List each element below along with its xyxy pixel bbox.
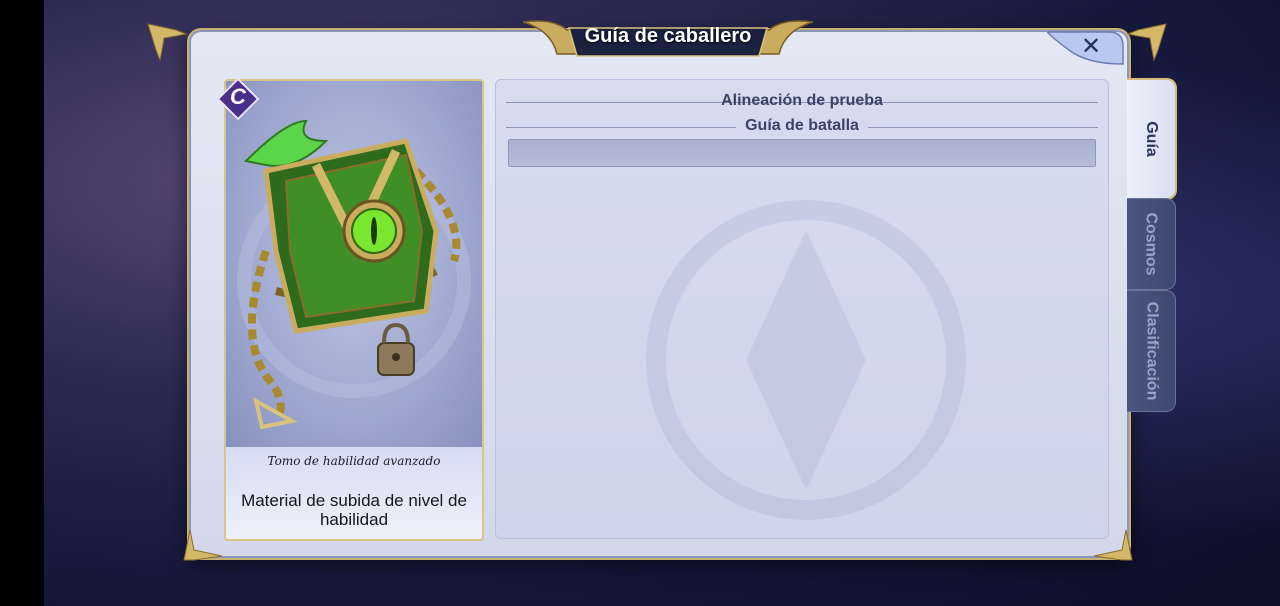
section-title: Alineación de prueba <box>721 92 883 109</box>
window-title: Guía de caballero <box>584 25 752 47</box>
item-card-footer: Tomo de habilidad avanzado Material de s… <box>226 447 482 539</box>
section-header-battle-guide: Guía de batalla <box>506 117 1098 139</box>
tab-label: Clasificación <box>1143 301 1161 401</box>
close-icon: ✕ <box>1081 32 1102 60</box>
tab-label: Guía <box>1143 121 1160 157</box>
title-plate: Guía de caballero <box>523 16 813 62</box>
item-name: Tomo de habilidad avanzado <box>267 454 441 468</box>
tab-guia[interactable]: Guía <box>1127 78 1177 200</box>
corner-ornament-top-right <box>1124 20 1168 64</box>
tab-cosmos[interactable]: Cosmos <box>1127 198 1176 290</box>
tab-clasificacion[interactable]: Clasificación <box>1127 290 1176 412</box>
chained-tome-icon <box>237 119 471 430</box>
item-art <box>226 81 482 447</box>
subsection-title: Guía de batalla <box>745 117 859 134</box>
item-card: Tomo de habilidad avanzado Material de s… <box>224 79 484 541</box>
side-tabs: Guía Cosmos Clasificación <box>1127 78 1177 412</box>
corner-ornament-top-left <box>146 20 190 64</box>
section-header-test-lineup: Alineación de prueba <box>506 92 1098 114</box>
rank-letter: C <box>230 84 246 109</box>
battle-guide-bar <box>508 139 1096 167</box>
rank-badge: C <box>216 77 260 121</box>
close-button[interactable]: ✕ <box>1047 30 1125 66</box>
tab-label: Cosmos <box>1143 212 1160 276</box>
corner-ornament-bottom-left <box>182 520 226 564</box>
item-description: Material de subida de nivel de habilidad <box>241 491 467 529</box>
emblem-watermark <box>646 200 966 520</box>
guide-content: Alineación de prueba Guía de batalla <box>495 79 1109 539</box>
